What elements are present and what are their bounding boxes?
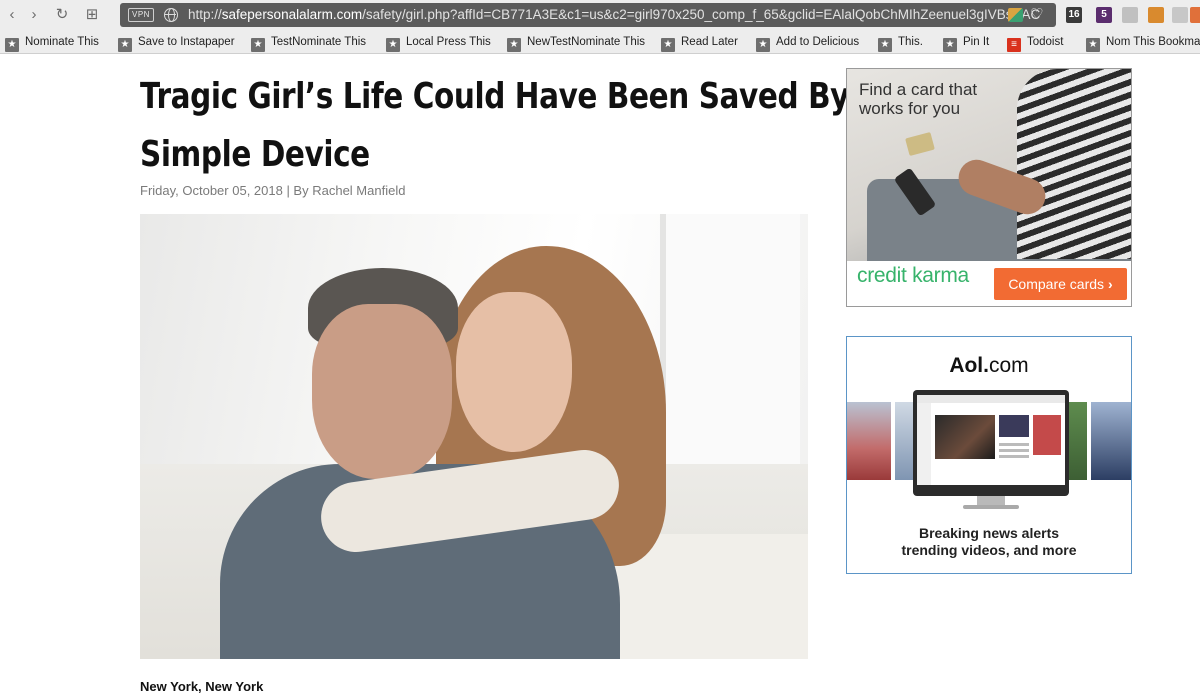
todoist-icon: ≡ — [1007, 38, 1021, 52]
bookmark-item[interactable]: ≡ Todoist — [1007, 34, 1064, 52]
screen-text-line — [999, 443, 1029, 446]
aol-logo-bold: Aol. — [949, 354, 989, 377]
globe-icon — [164, 8, 178, 22]
star-bookmark-icon: ★ — [943, 38, 957, 52]
star-bookmark-icon: ★ — [756, 38, 770, 52]
screen-main-image — [935, 415, 995, 459]
calendar-extension-icon[interactable]: 16 — [1066, 7, 1082, 23]
heart-icon[interactable]: ♡ — [1030, 5, 1043, 25]
apps-grid-icon[interactable]: ⊞ — [82, 5, 102, 25]
bookmark-label: Add to Delicious — [776, 36, 860, 48]
aol-thumbnail-presenter — [847, 402, 891, 480]
aol-logo: Aol.com — [847, 353, 1131, 379]
aol-tagline-line-1: Breaking news alerts — [918, 525, 1060, 541]
aol-thumbnail-right — [1069, 402, 1087, 480]
aol-tagline: Breaking news alerts trending videos, an… — [847, 525, 1131, 559]
aol-monitor-base — [963, 505, 1019, 509]
url-host: safepersonalalarm.com — [221, 7, 363, 22]
screen-header — [917, 395, 1065, 403]
compare-cards-label: Compare cards — [1008, 276, 1105, 292]
creditkarma-logo[interactable]: credit karma — [857, 264, 969, 288]
aol-logo-domain: com — [988, 354, 1029, 377]
ad-photo-card — [905, 131, 935, 157]
photo-woman-face — [456, 292, 572, 452]
creditkarma-headline: Find a card that works for you — [859, 80, 978, 118]
bookmark-item[interactable]: ★ NewTestNominate This — [507, 34, 646, 52]
star-bookmark-icon: ★ — [661, 38, 675, 52]
bookmark-item[interactable]: ★ Add to Delicious — [756, 34, 860, 52]
bookmark-label: Pin It — [963, 36, 990, 48]
screen-text-line — [999, 455, 1029, 458]
url-text[interactable]: http://safepersonalalarm.com/safety/girl… — [188, 3, 1040, 27]
aol-thumbnail-sports — [1091, 402, 1131, 480]
send-extension-icon[interactable] — [1190, 7, 1200, 23]
creditkarma-ad[interactable]: Find a card that works for you credit ka… — [846, 68, 1132, 307]
aol-monitor-illustration — [913, 390, 1069, 496]
bookmark-label: TestNominate This — [271, 36, 367, 48]
bookmark-label: Save to Instapaper — [138, 36, 235, 48]
bookmark-label: Todoist — [1027, 36, 1064, 48]
bookmark-item[interactable]: ★ Read Later — [661, 34, 738, 52]
counter-extension-icon[interactable]: 5 — [1096, 7, 1112, 23]
url-prefix: http:// — [188, 7, 222, 22]
database-extension-icon[interactable] — [1122, 7, 1138, 23]
bookmark-item[interactable]: ★ Nominate This — [5, 34, 99, 52]
bookmark-item[interactable]: ★ Pin It — [943, 34, 990, 52]
vpn-badge[interactable]: VPN — [128, 8, 154, 22]
article-title-line-2: Simple Device — [140, 134, 370, 175]
bookmark-label: This. — [898, 36, 923, 48]
creditkarma-footer: credit karma Compare cards › — [847, 261, 1131, 306]
cookie-extension-icon[interactable] — [1148, 7, 1164, 23]
star-bookmark-icon: ★ — [507, 38, 521, 52]
forward-button[interactable]: › — [24, 5, 44, 25]
aol-thumbnail-left — [895, 402, 913, 480]
star-bookmark-icon: ★ — [878, 38, 892, 52]
star-bookmark-icon: ★ — [5, 38, 19, 52]
back-button[interactable]: ‹ — [2, 5, 22, 25]
chevron-right-icon: › — [1108, 276, 1113, 292]
browser-toolbar: ‹ › ↻ ⊞ VPN http://safepersonalalarm.com… — [0, 0, 1200, 30]
bookmark-item[interactable]: ★ TestNominate This — [251, 34, 367, 52]
screen-promo-image — [1033, 415, 1061, 455]
bookmark-item[interactable]: ★ Nom This Bookmar — [1086, 34, 1200, 52]
bookmark-item[interactable]: ★ Local Press This — [386, 34, 491, 52]
url-path: /safety/girl.php?affId=CB771A3E&c1=us&c2… — [362, 7, 1041, 22]
screen-secondary-image — [999, 415, 1029, 437]
article-title-line-1: Tragic Girl’s Life Could Have Been Saved… — [140, 76, 924, 117]
screen-sidebar — [917, 403, 931, 485]
bookmark-label: Local Press This — [406, 36, 491, 48]
star-bookmark-icon: ★ — [386, 38, 400, 52]
feed-extension-icon[interactable] — [1172, 7, 1188, 23]
bookmark-label: NewTestNominate This — [527, 36, 646, 48]
bookmark-label: Nom This Bookmar — [1106, 36, 1200, 48]
aol-monitor-screen — [917, 395, 1065, 485]
star-bookmark-icon: ★ — [1086, 38, 1100, 52]
bookmark-label: Read Later — [681, 36, 738, 48]
bookmarks-bar: ★ Nominate This ★ Save to Instapaper ★ TestNo… — [0, 30, 1200, 54]
screen-text-line — [999, 449, 1029, 452]
aol-tagline-line-2: trending videos, and more — [901, 542, 1077, 558]
compare-cards-button[interactable]: Compare cards › — [994, 268, 1127, 300]
reload-button[interactable]: ↻ — [52, 5, 72, 25]
hero-photo — [140, 214, 808, 659]
bookmark-item[interactable]: ★ This. — [878, 34, 923, 52]
bookmark-item[interactable]: ★ Save to Instapaper — [118, 34, 235, 52]
article-byline: Friday, October 05, 2018 | By Rachel Man… — [140, 183, 406, 198]
aol-ad[interactable]: Aol.com Breaking news alerts trending vi… — [846, 336, 1132, 574]
article-dateline: New York, New York — [140, 679, 264, 694]
cube-extension-icon[interactable] — [1008, 8, 1023, 22]
photo-man-face — [312, 304, 452, 479]
star-bookmark-icon: ★ — [118, 38, 132, 52]
star-bookmark-icon: ★ — [251, 38, 265, 52]
ad-photo-person — [1017, 69, 1131, 259]
address-bar[interactable]: VPN http://safepersonalalarm.com/safety/… — [120, 3, 1056, 27]
bookmark-label: Nominate This — [25, 36, 99, 48]
article-title: Tragic Girl’s Life Could Have Been Saved… — [140, 68, 924, 184]
